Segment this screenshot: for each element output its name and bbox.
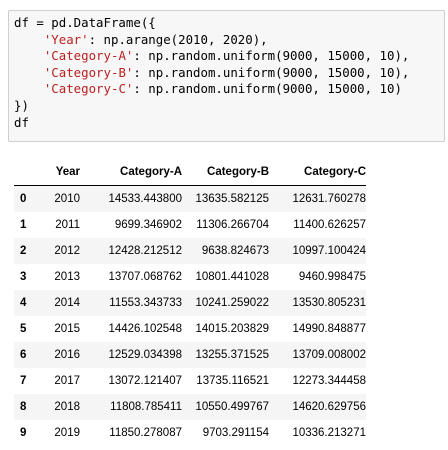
code-token: : np.arange(2010, 2020), <box>88 31 268 47</box>
code-token: : np.random.uniform(9000, 15000, 10), <box>133 64 410 80</box>
code-token: df <box>14 114 29 130</box>
table-row: 6 2016 12529.034398 13255.371525 13709.00800… <box>14 342 366 368</box>
cell-year: 2010 <box>54 193 80 205</box>
row-index: 3 <box>20 271 27 283</box>
row-index: 2 <box>20 245 27 257</box>
cell-category-a: 14533.443800 <box>108 193 182 205</box>
header-category-b: Category-B <box>182 159 269 186</box>
code-line: df <box>14 115 444 132</box>
cell-year: 2013 <box>54 271 80 283</box>
cell-category-c: 13530.805231 <box>292 297 366 309</box>
table-row: 2 2012 12428.212512 9638.824673 10997.100424 <box>14 238 366 264</box>
row-index: 5 <box>20 323 27 335</box>
cell-category-b: 14015.203829 <box>195 323 269 335</box>
cell-category-b: 9638.824673 <box>201 245 269 257</box>
code-token: df = pd.DataFrame({ <box>14 15 156 30</box>
code-line: 'Category-B': np.random.uniform(9000, 15… <box>14 65 444 82</box>
row-index: 4 <box>20 297 27 309</box>
table-row: 9 2019 11850.278087 9703.291154 10336.213271 <box>14 420 366 446</box>
row-index: 7 <box>20 375 27 387</box>
cell-category-b: 13255.371525 <box>195 349 269 361</box>
code-line: df = pd.DataFrame({ <box>14 15 444 32</box>
cell-category-c: 10997.100424 <box>292 245 366 257</box>
header-index <box>14 159 42 186</box>
cell-category-a: 14426.102548 <box>108 323 182 335</box>
code-line: }) <box>14 98 444 115</box>
table-row: 7 2017 13072.121407 13735.116521 12273.34445… <box>14 368 366 394</box>
cell-year: 2011 <box>55 219 80 231</box>
cell-category-b: 10550.499767 <box>195 401 269 413</box>
code-string-token: 'Category-C' <box>43 81 134 97</box>
cell-year: 2017 <box>54 375 80 387</box>
cell-year: 2018 <box>54 401 80 413</box>
cell-category-b: 13635.582125 <box>195 193 269 205</box>
code-string-token: 'Category-B' <box>43 64 134 80</box>
cell-category-c: 14620.629756 <box>292 401 366 413</box>
table-row: 5 2015 14426.102548 14015.203829 14990.84887… <box>14 316 366 342</box>
header-year: Year <box>42 159 80 186</box>
cell-category-c: 14990.848877 <box>292 323 366 335</box>
table-header: Year Category-A Category-B Category-C <box>14 159 366 186</box>
cell-category-b: 10801.441028 <box>195 271 269 283</box>
code-token: }) <box>14 97 29 113</box>
code-token: : np.random.uniform(9000, 15000, 10) <box>133 81 402 97</box>
cell-category-b: 10241.259022 <box>195 297 269 309</box>
code-line: 'Year': np.arange(2010, 2020), <box>14 32 444 49</box>
cell-category-b: 11306.266704 <box>196 219 269 231</box>
cell-category-c: 11400.626257 <box>293 219 366 231</box>
cell-category-b: 9703.291154 <box>202 427 269 439</box>
table-header-row: Year Category-A Category-B Category-C <box>14 159 366 186</box>
cell-year: 2015 <box>54 323 80 335</box>
cell-category-b: 13735.116521 <box>196 375 269 387</box>
row-index: 0 <box>20 193 27 205</box>
cell-category-c: 12273.344458 <box>292 375 366 387</box>
table-body: 0 2010 14533.443800 13635.582125 12631.76027… <box>14 185 366 446</box>
cell-category-a: 9699.346902 <box>114 219 182 231</box>
cell-year: 2014 <box>54 297 80 309</box>
table-row: 0 2010 14533.443800 13635.582125 12631.76027… <box>14 185 366 212</box>
cell-category-a: 13072.121407 <box>108 375 182 387</box>
code-input-cell[interactable]: df = pd.DataFrame({ 'Year': np.arange(20… <box>8 10 445 142</box>
table-row: 8 2018 11808.785411 10550.499767 14620.62975… <box>14 394 366 420</box>
cell-category-a: 12529.034398 <box>108 349 182 361</box>
code-line: 'Category-A': np.random.uniform(9000, 15… <box>14 48 444 65</box>
code-editor[interactable]: df = pd.DataFrame({ 'Year': np.arange(20… <box>14 15 444 131</box>
cell-category-a: 11850.278087 <box>109 427 182 439</box>
row-index: 9 <box>20 427 27 439</box>
dataframe-output-table: Year Category-A Category-B Category-C 0 2… <box>14 159 366 446</box>
cell-category-a: 12428.212512 <box>108 245 182 257</box>
header-category-c: Category-C <box>269 159 366 186</box>
cell-category-c: 10336.213271 <box>292 427 366 439</box>
cell-category-c: 9460.998475 <box>298 271 366 283</box>
table-row: 4 2014 11553.343733 10241.259022 13530.80523… <box>14 290 366 316</box>
code-string-token: 'Year' <box>43 31 89 47</box>
code-token: : np.random.uniform(9000, 15000, 10), <box>133 48 410 64</box>
table-row: 3 2013 13707.068762 10801.441028 9460.998475 <box>14 264 366 290</box>
cell-category-c: 12631.760278 <box>292 193 366 205</box>
row-index: 8 <box>20 401 27 413</box>
table-row: 1 2011 9699.346902 11306.266704 11400.626257 <box>14 212 366 238</box>
row-index: 6 <box>20 349 27 361</box>
cell-category-a: 11808.785411 <box>110 401 182 413</box>
cell-category-c: 13709.008002 <box>292 349 366 361</box>
cell-category-a: 13707.068762 <box>108 271 182 283</box>
code-line: 'Category-C': np.random.uniform(9000, 15… <box>14 81 444 98</box>
cell-category-a: 11553.343733 <box>109 297 182 309</box>
row-index: 1 <box>20 219 27 231</box>
cell-year: 2019 <box>54 427 80 439</box>
code-string-token: 'Category-A' <box>43 48 134 64</box>
header-category-a: Category-A <box>80 159 182 186</box>
cell-year: 2012 <box>54 245 80 257</box>
cell-year: 2016 <box>54 349 80 361</box>
